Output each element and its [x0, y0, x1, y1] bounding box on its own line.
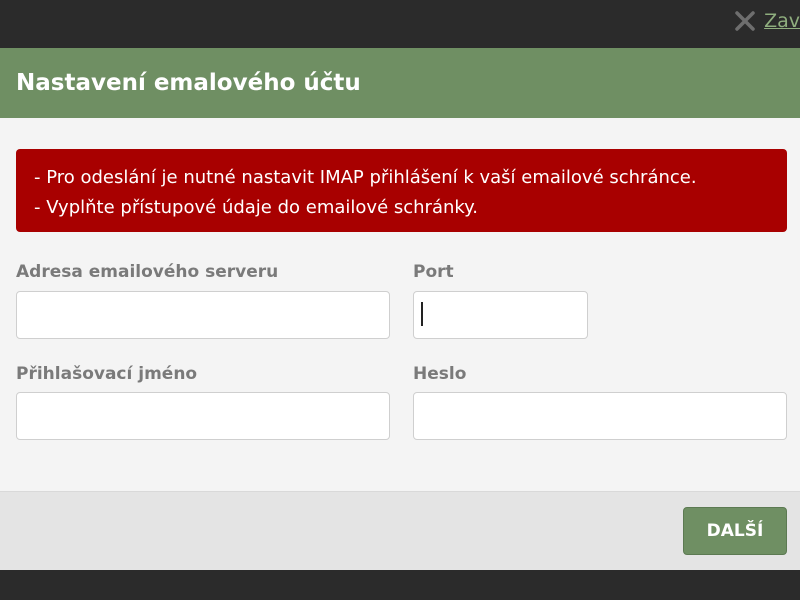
close-link[interactable]: Zav	[734, 10, 800, 32]
port-field-wrapper	[413, 291, 588, 339]
login-name-label: Přihlašovací jméno	[16, 364, 198, 384]
text-caret	[421, 302, 423, 326]
top-bar: Zav	[0, 0, 800, 48]
dialog-title: Nastavení emalového účtu	[16, 70, 361, 96]
server-address-label: Adresa emailového serveru	[16, 262, 279, 282]
server-address-input[interactable]	[16, 291, 390, 339]
error-message-box: - Pro odeslání je nutné nastavit IMAP př…	[16, 149, 787, 232]
dialog-footer: DALŠÍ	[0, 491, 800, 570]
next-button[interactable]: DALŠÍ	[683, 507, 787, 555]
port-label: Port	[413, 262, 454, 282]
dialog-body: - Pro odeslání je nutné nastavit IMAP př…	[0, 118, 800, 491]
login-name-input[interactable]	[16, 392, 390, 440]
dialog-header: Nastavení emalového účtu	[0, 48, 800, 118]
email-account-dialog: Nastavení emalového účtu - Pro odeslání …	[0, 48, 800, 570]
error-message-imap: - Pro odeslání je nutné nastavit IMAP př…	[34, 167, 697, 188]
port-input[interactable]	[413, 291, 588, 339]
bottom-bar	[0, 570, 800, 600]
password-label: Heslo	[413, 364, 467, 384]
close-icon[interactable]	[734, 10, 756, 32]
error-message-credentials: - Vyplňte přístupové údaje do emailové s…	[34, 197, 478, 218]
close-label[interactable]: Zav	[764, 10, 800, 32]
password-input[interactable]	[413, 392, 787, 440]
